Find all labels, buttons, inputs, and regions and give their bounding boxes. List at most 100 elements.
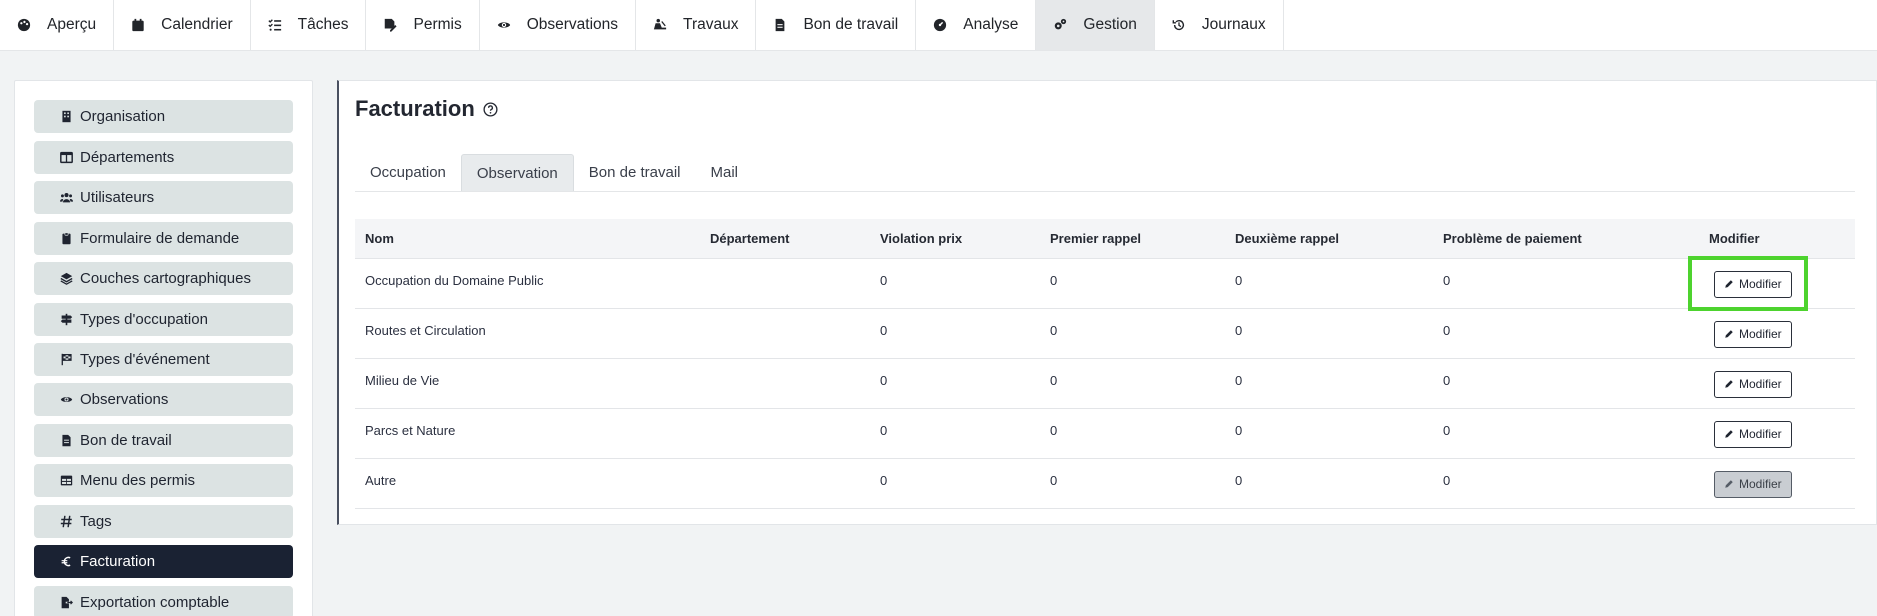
modifier-button-label: Modifier [1739,277,1782,291]
cell-probleme-paiement: 0 [1433,358,1699,409]
cogs-icon [1055,18,1067,30]
cell-departement [700,458,870,509]
calendar-icon [132,18,144,32]
sidebar-item-facturation[interactable]: Facturation [34,545,293,578]
column-header-modifier: Modifier [1699,219,1855,259]
pencil-icon [1725,280,1733,288]
history-icon [1172,19,1184,31]
modifier-button[interactable]: Modifier [1714,320,1792,348]
nav-calendrier[interactable]: Calendrier [114,0,251,50]
column-header-nom[interactable]: Nom [355,219,700,259]
file-icon [62,434,71,447]
sidebar-item-observations[interactable]: Observations [34,383,293,416]
gauge-icon [934,18,947,32]
modifier-button-label: Modifier [1739,377,1782,391]
sidebar-item-label: Départements [80,149,175,166]
sidebar-item-departements[interactable]: Départements [34,141,293,174]
modifier-button[interactable]: Modifier [1714,270,1792,298]
users-icon [60,193,73,203]
sidebar-item-label: Tags [80,513,112,530]
tab-occupation[interactable]: Occupation [355,154,461,191]
sidebar-item-label: Formulaire de demande [80,230,240,247]
cell-premier-rappel: 0 [1040,258,1225,309]
nav-journaux[interactable]: Journaux [1155,0,1284,50]
sidebar-item-label: Organisation [80,108,166,125]
cell-deuxieme-rappel: 0 [1225,458,1433,509]
nav-apercu[interactable]: Aperçu [0,0,115,50]
nav-bon-de-travail[interactable]: Bon de travail [756,0,917,50]
top-navigation: Aperçu Calendrier Tâches Permis Observat… [0,0,1877,51]
sidebar-item-bon-de-travail[interactable]: Bon de travail [34,424,293,457]
cell-departement [700,358,870,409]
cell-violation-prix: 0 [870,408,1040,459]
sidebar-item-label: Observations [80,391,169,408]
palette-icon [17,18,31,32]
sidebar-item-exportation[interactable]: Exportation comptable [34,586,293,616]
sidebar-item-types-occupation[interactable]: Types d'occupation [34,303,293,336]
nav-label: Analyse [963,16,1019,33]
sidebar-item-menu-permis[interactable]: Menu des permis [34,464,293,497]
sidebar-item-couches[interactable]: Couches cartographiques [34,262,293,295]
column-header-probleme-paiement[interactable]: Problème de paiement [1433,219,1699,259]
cell-nom: Milieu de Vie [355,358,700,409]
cell-probleme-paiement: 0 [1433,308,1699,359]
nav-observations[interactable]: Observations [480,0,637,50]
tab-mail[interactable]: Mail [696,154,754,191]
sidebar-item-label: Types d'événement [80,351,210,368]
flag-icon [61,353,72,366]
billing-tabs: Occupation Observation Bon de travail Ma… [355,154,1855,192]
hashtag-icon [60,515,72,528]
sidebar-item-types-evenement[interactable]: Types d'événement [34,343,293,376]
cell-probleme-paiement: 0 [1433,458,1699,509]
cell-premier-rappel: 0 [1040,458,1225,509]
table-row: Routes et Circulation 0 0 0 0 Modifier [355,308,1855,359]
file-export-icon [61,596,73,609]
nav-label: Travaux [683,16,739,33]
sidebar-item-utilisateurs[interactable]: Utilisateurs [34,181,293,214]
cell-probleme-paiement: 0 [1433,408,1699,459]
cell-deuxieme-rappel: 0 [1225,308,1433,359]
modifier-button[interactable]: Modifier [1714,470,1792,498]
column-header-premier-rappel[interactable]: Premier rappel [1040,219,1225,259]
nav-taches[interactable]: Tâches [251,0,367,50]
cell-departement [700,308,870,359]
sidebar-item-label: Exportation comptable [80,594,230,611]
signs-icon [60,313,73,326]
billing-table: Nom Département Violation prix Premier r… [355,219,1855,509]
column-header-violation-prix[interactable]: Violation prix [870,219,1040,259]
eye-icon [60,397,73,402]
cell-premier-rappel: 0 [1040,408,1225,459]
tab-bon-de-travail[interactable]: Bon de travail [574,154,696,191]
pencil-icon [1725,380,1733,388]
sidebar-item-formulaire[interactable]: Formulaire de demande [34,222,293,255]
tab-observation[interactable]: Observation [460,154,574,191]
sidebar-item-organisation[interactable]: Organisation [34,100,293,133]
nav-label: Calendrier [161,16,233,33]
column-header-departement[interactable]: Département [700,219,870,259]
clipboard-icon [62,232,71,245]
columns-icon [60,151,73,164]
sidebar-item-label: Bon de travail [80,432,172,449]
question-circle-icon[interactable] [483,101,498,117]
nav-permis[interactable]: Permis [366,0,480,50]
file-icon [776,18,785,32]
cell-violation-prix: 0 [870,308,1040,359]
nav-gestion[interactable]: Gestion [1036,0,1155,50]
modifier-button[interactable]: Modifier [1714,420,1792,448]
euro-icon [61,556,71,567]
nav-label: Tâches [297,16,349,33]
nav-label: Observations [526,16,619,33]
table-row: Autre 0 0 0 0 Modifier [355,458,1855,509]
sidebar-item-label: Couches cartographiques [80,270,251,287]
modifier-button-label: Modifier [1739,327,1782,341]
nav-analyse[interactable]: Analyse [916,0,1037,50]
nav-label: Bon de travail [803,16,899,33]
nav-travaux[interactable]: Travaux [636,0,757,50]
cell-premier-rappel: 0 [1040,358,1225,409]
sidebar-item-tags[interactable]: Tags [34,505,293,538]
cell-actions: Modifier [1699,408,1855,459]
page-title-container: Facturation [355,96,498,122]
modifier-button[interactable]: Modifier [1714,370,1792,398]
cell-actions: Modifier [1699,458,1855,509]
column-header-deuxieme-rappel[interactable]: Deuxième rappel [1225,219,1433,259]
